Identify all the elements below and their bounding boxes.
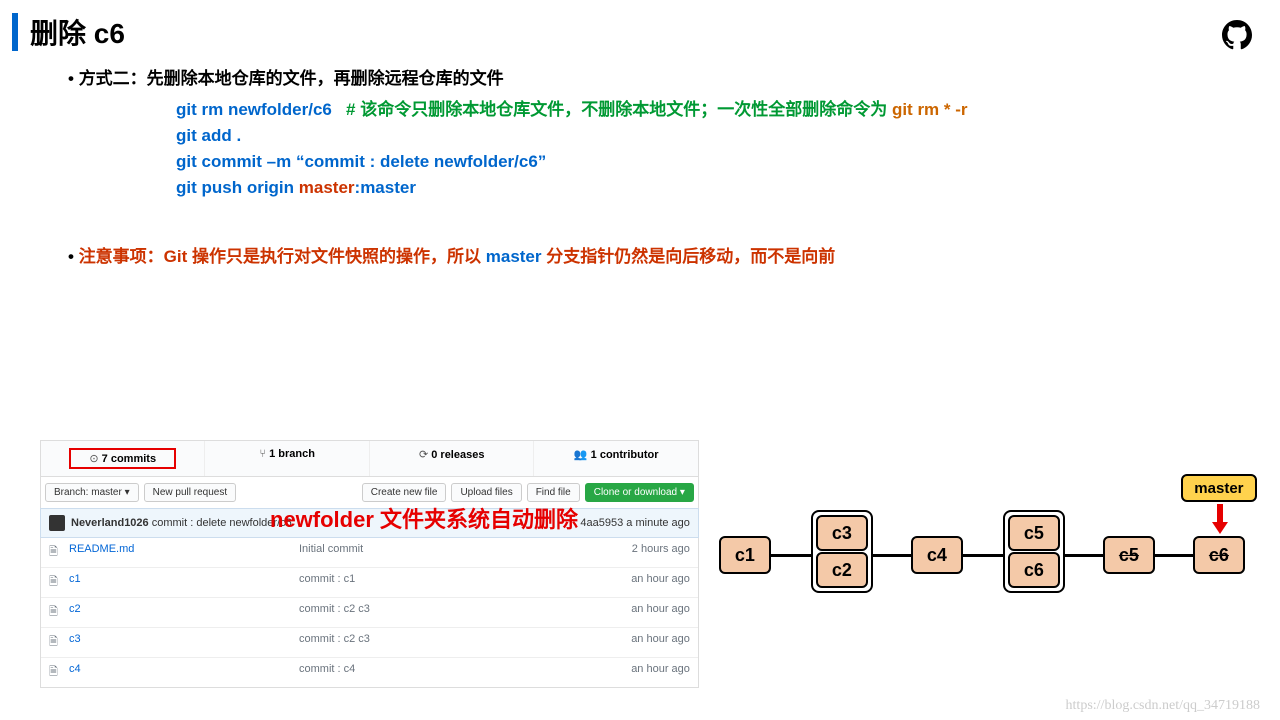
branch-selector[interactable]: Branch: master ▾ xyxy=(45,483,139,502)
node-c1: c1 xyxy=(719,536,771,574)
method2-label: 方式二：先删除本地仓库的文件，再删除远程仓库的文件 xyxy=(68,64,1280,89)
overlay-annotation: newfolder 文件夹系统自动删除 xyxy=(270,502,578,534)
page-title: 删除 c6 xyxy=(30,12,125,52)
stat-releases[interactable]: ⟳ 0 releases xyxy=(370,441,534,476)
node-c5-strike: c5 xyxy=(1103,536,1155,574)
file-icon: 🗎 xyxy=(49,603,63,622)
clone-button[interactable]: Clone or download ▾ xyxy=(585,483,694,502)
file-row[interactable]: 🗎c4commit : c4an hour ago xyxy=(41,657,698,687)
upload-files-button[interactable]: Upload files xyxy=(451,483,521,502)
create-file-button[interactable]: Create new file xyxy=(362,483,447,502)
watermark: https://blog.csdn.net/qq_34719188 xyxy=(1066,698,1260,714)
stat-contributors[interactable]: 👥 1 contributor xyxy=(534,441,697,476)
new-pr-button[interactable]: New pull request xyxy=(144,483,236,502)
file-row[interactable]: 🗎c3commit : c2 c3an hour ago xyxy=(41,627,698,657)
avatar-icon xyxy=(49,515,65,531)
github-icon xyxy=(1222,20,1252,55)
github-screenshot: ⊙ 7 commits ⑂ 1 branch ⟳ 0 releases 👥 1 … xyxy=(40,440,699,688)
arrow-down-icon xyxy=(1212,504,1228,534)
cmd-rm: git rm newfolder/c6 # 该命令只删除本地仓库文件，不删除本地… xyxy=(176,95,1280,120)
file-icon: 🗎 xyxy=(49,543,63,562)
file-row[interactable]: 🗎c2commit : c2 c3an hour ago xyxy=(41,597,698,627)
cmd-commit: git commit –m “commit : delete newfolder… xyxy=(176,152,1280,172)
stat-commits[interactable]: ⊙ 7 commits xyxy=(41,441,205,476)
title-accent xyxy=(12,13,18,51)
file-row[interactable]: 🗎c1commit : c1an hour ago xyxy=(41,567,698,597)
node-c6-strike: c6 xyxy=(1193,536,1245,574)
file-icon: 🗎 xyxy=(49,663,63,682)
cmd-add: git add . xyxy=(176,126,1280,146)
node-pair-c3c2: c3c2 xyxy=(811,510,873,593)
master-tag: master xyxy=(1181,474,1257,502)
file-icon: 🗎 xyxy=(49,633,63,652)
stat-branches[interactable]: ⑂ 1 branch xyxy=(205,441,369,476)
find-file-button[interactable]: Find file xyxy=(527,483,580,502)
file-row[interactable]: 🗎README.mdInitial commit2 hours ago xyxy=(41,538,698,567)
cmd-push: git push origin master:master xyxy=(176,178,1280,198)
commit-graph: c1 c3c2 c4 c5c6 c5 c6 master xyxy=(719,480,1268,620)
node-c4: c4 xyxy=(911,536,963,574)
node-pair-c5c6: c5c6 xyxy=(1003,510,1065,593)
file-icon: 🗎 xyxy=(49,573,63,592)
note-line: • 注意事项：Git 操作只是执行对文件快照的操作，所以 master 分支指针… xyxy=(68,242,1280,267)
